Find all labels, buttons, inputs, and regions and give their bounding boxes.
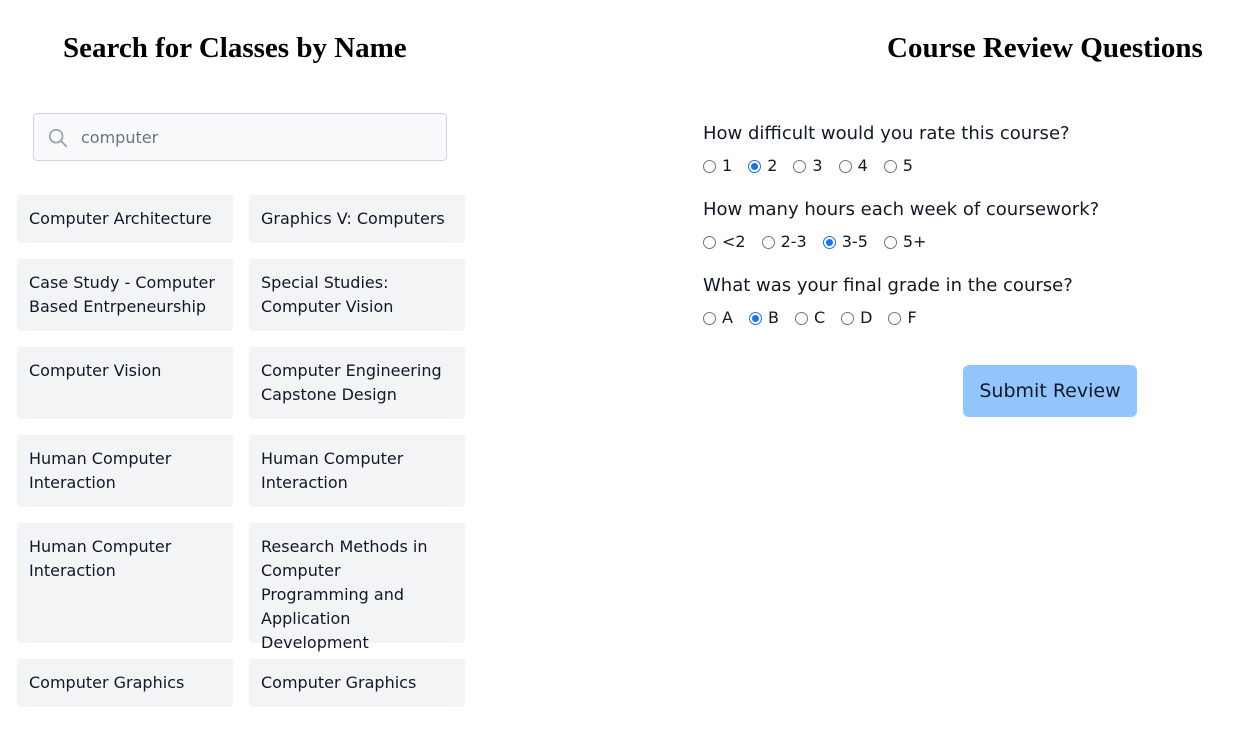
search-title: Search for Classes by Name (63, 32, 407, 64)
class-card[interactable]: Research Methods in Computer Programming… (249, 523, 465, 652)
radio-option[interactable]: A (703, 308, 733, 328)
review-question: What was your final grade in the course?… (703, 273, 1183, 349)
radio-group: <2 2-3 3-5 5+ (703, 232, 1183, 252)
radio-button[interactable] (841, 311, 855, 325)
radio-label: <2 (722, 232, 746, 251)
radio-label: 2-3 (780, 232, 807, 251)
radio-button[interactable] (883, 159, 897, 173)
radio-label: C (813, 308, 826, 327)
radio-label: D (860, 308, 873, 327)
radio-label: 5 (902, 156, 913, 175)
radio-button[interactable] (883, 235, 897, 249)
radio-option[interactable]: F (888, 308, 917, 328)
search-input[interactable] (81, 114, 436, 160)
radio-label: 2 (767, 156, 778, 175)
search-box[interactable] (33, 113, 447, 161)
radio-button[interactable] (703, 159, 716, 173)
radio-button[interactable] (761, 235, 775, 249)
radio-button[interactable] (793, 159, 807, 173)
class-card[interactable]: Graphics V: Computers (249, 195, 465, 243)
radio-option[interactable]: 2-3 (761, 232, 807, 252)
class-card[interactable]: Computer Engineering Capstone Design (249, 347, 465, 419)
question-text: How difficult would you rate this course… (703, 123, 1070, 144)
radio-group: ABCDF (703, 308, 1183, 328)
class-card[interactable]: Case Study - Computer Based Entrpeneursh… (17, 259, 233, 331)
class-card[interactable]: Human Computer Interaction (17, 435, 233, 507)
review-questions: How difficult would you rate this course… (703, 121, 1183, 349)
class-card[interactable]: Computer Vision (17, 347, 233, 419)
radio-option[interactable]: 4 (838, 156, 868, 176)
radio-label: F (907, 308, 917, 327)
radio-group: 1 2 3 4 5 (703, 156, 1183, 176)
question-text: What was your final grade in the course? (703, 275, 1073, 296)
class-results-grid: Computer Architecture Graphics V: Comput… (17, 195, 465, 707)
review-question: How many hours each week of coursework? <… (703, 197, 1183, 273)
radio-label: B (767, 308, 779, 327)
class-card[interactable]: Computer Architecture (17, 195, 233, 243)
radio-option[interactable]: D (841, 308, 872, 328)
radio-label: 1 (722, 156, 733, 175)
class-card[interactable]: Computer Graphics (17, 659, 233, 707)
radio-label: 4 (857, 156, 868, 175)
radio-button[interactable] (748, 159, 762, 173)
radio-option[interactable]: 1 (703, 156, 732, 176)
radio-label: 5+ (902, 232, 927, 251)
radio-option[interactable]: 5+ (883, 232, 927, 252)
radio-option[interactable]: 3-5 (822, 232, 868, 252)
class-card[interactable]: Human Computer Interaction (249, 435, 465, 507)
radio-button[interactable] (822, 235, 836, 249)
radio-button[interactable] (794, 311, 808, 325)
radio-button[interactable] (703, 311, 716, 325)
radio-option[interactable]: 3 (793, 156, 823, 176)
review-question: How difficult would you rate this course… (703, 121, 1183, 197)
search-icon (48, 128, 68, 148)
radio-button[interactable] (888, 311, 902, 325)
class-card[interactable]: Human Computer Interaction (17, 523, 233, 643)
radio-button[interactable] (703, 235, 716, 249)
radio-option[interactable]: <2 (703, 232, 746, 252)
radio-button[interactable] (838, 159, 852, 173)
radio-option[interactable]: 5 (883, 156, 913, 176)
radio-label: 3-5 (841, 232, 868, 251)
radio-option[interactable]: 2 (748, 156, 777, 176)
radio-button[interactable] (748, 311, 762, 325)
review-title: Course Review Questions (887, 32, 1203, 64)
radio-label: 3 (812, 156, 823, 175)
class-card[interactable]: Computer Graphics (249, 659, 465, 707)
class-card[interactable]: Special Studies: Computer Vision (249, 259, 465, 331)
submit-review-button[interactable]: Submit Review (963, 365, 1137, 417)
radio-option[interactable]: B (748, 308, 779, 328)
question-text: How many hours each week of coursework? (703, 199, 1100, 220)
radio-option[interactable]: C (794, 308, 826, 328)
radio-label: A (722, 308, 733, 327)
page: Search for Classes by Name Computer Arch… (0, 0, 1234, 729)
